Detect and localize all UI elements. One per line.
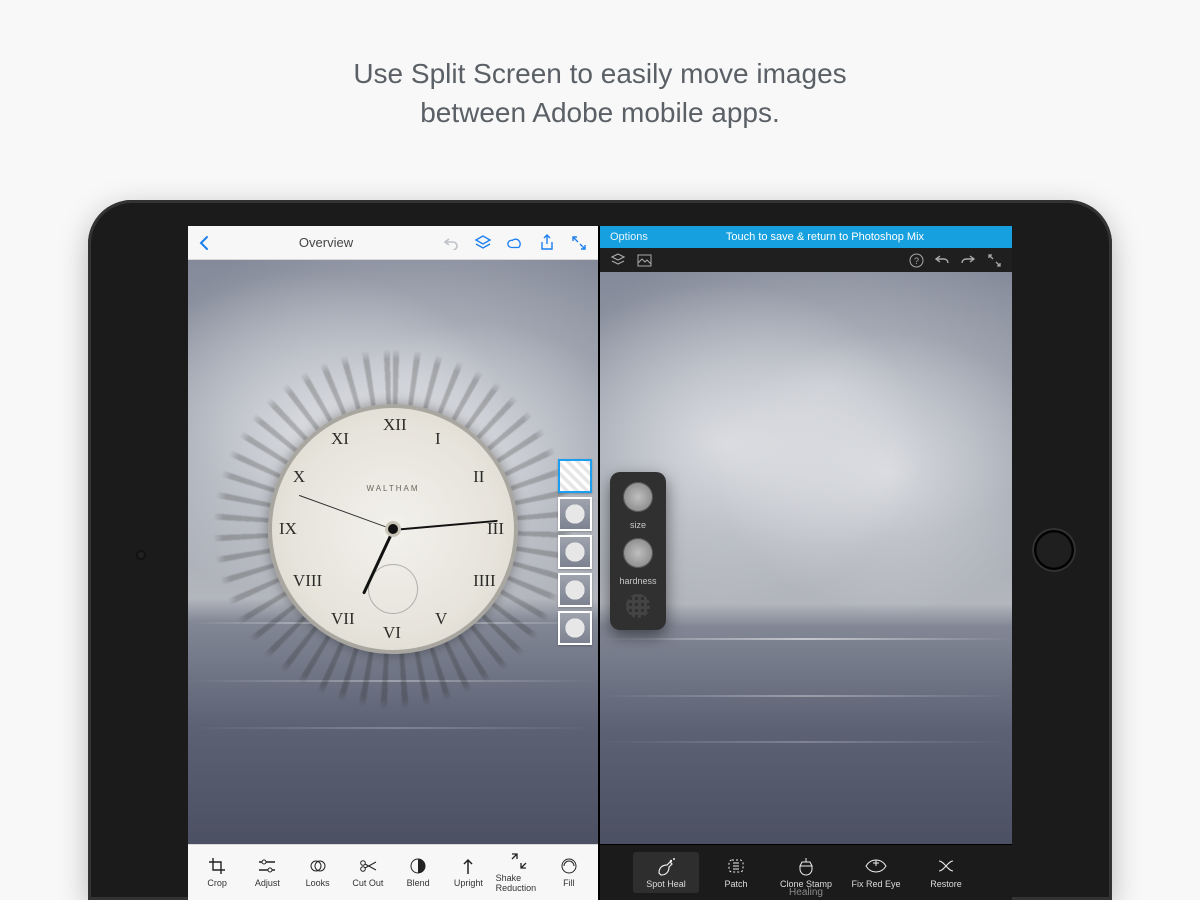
ipad-frame: Overview (88, 200, 1112, 900)
creative-cloud-icon[interactable] (506, 234, 524, 252)
tool-spot-heal[interactable]: Spot Heal (633, 852, 699, 893)
patch-icon (725, 856, 747, 876)
ipad-screen: Overview (188, 226, 1012, 900)
clock-numeral: XII (383, 415, 407, 435)
clock-numeral: X (293, 467, 305, 487)
mix-topbar: Overview (188, 226, 598, 260)
marketing-headline: Use Split Screen to easily move images b… (0, 0, 1200, 132)
looks-icon (309, 857, 327, 875)
adjust-icon (258, 857, 276, 875)
clock-second-hand (299, 494, 393, 529)
tool-label: Cut Out (352, 878, 383, 888)
tool-cut-out[interactable]: Cut Out (345, 857, 391, 888)
headline-line1: Use Split Screen to easily move images (353, 58, 846, 89)
tool-label: Restore (930, 879, 962, 889)
fix-red-eye-icon (865, 856, 887, 876)
layer-thumb[interactable] (558, 459, 592, 493)
tool-label: Patch (724, 879, 747, 889)
tool-blend[interactable]: Blend (395, 857, 441, 888)
fill-icon (560, 857, 578, 875)
redo-icon[interactable] (960, 252, 976, 268)
tool-adjust[interactable]: Adjust (244, 857, 290, 888)
tool-label: Blend (407, 878, 430, 888)
banner-message: Touch to save & return to Photoshop Mix (648, 231, 1002, 243)
layer-thumb[interactable] (558, 611, 592, 645)
undo-icon[interactable] (934, 252, 950, 268)
tool-fix-red-eye[interactable]: Fix Red Eye (843, 856, 909, 889)
mix-title: Overview (224, 235, 428, 250)
brush-pattern-control[interactable] (626, 594, 650, 618)
tool-label: Adjust (255, 878, 280, 888)
back-button[interactable] (198, 235, 210, 251)
fullscreen-icon[interactable] (570, 234, 588, 252)
options-button[interactable]: Options (610, 231, 648, 243)
clock-numeral: VII (331, 609, 355, 629)
tool-label: Crop (207, 878, 227, 888)
tool-fill[interactable]: Fill (546, 857, 592, 888)
clock-numeral: II (473, 467, 484, 487)
tool-label: Clone Stamp (780, 879, 832, 889)
home-button[interactable] (1032, 528, 1076, 572)
brush-hardness-label: hardness (619, 576, 656, 586)
clock-minute-hand (393, 519, 498, 530)
layers-icon[interactable] (474, 234, 492, 252)
restore-icon (935, 856, 957, 876)
layer-thumb[interactable] (558, 573, 592, 607)
camera-dot (136, 550, 146, 560)
clock-numeral: V (435, 609, 447, 629)
brush-panel[interactable]: size hardness (610, 472, 666, 630)
layers-icon[interactable] (610, 252, 626, 268)
tool-restore[interactable]: Restore (913, 856, 979, 889)
tool-label: Fix Red Eye (851, 879, 900, 889)
fix-subbar: ? (600, 248, 1012, 272)
clone-stamp-icon (795, 856, 817, 876)
cut-out-icon (359, 857, 377, 875)
tool-clone-stamp[interactable]: Clone Stamp (773, 856, 839, 889)
brush-size-label: size (630, 520, 646, 530)
clock-numeral: XI (331, 429, 349, 449)
undo-icon[interactable] (442, 234, 460, 252)
mix-tool-row: Crop Adjust Looks Cut Out Blend Upright Shake … (188, 844, 598, 900)
clock-face: WALTHAM XIIIIIIIIIIIIVVIVIIVIIIIXXXI (268, 404, 518, 654)
tool-looks[interactable]: Looks (295, 857, 341, 888)
blend-icon (409, 857, 427, 875)
clock-numeral: IX (279, 519, 297, 539)
help-icon[interactable]: ? (908, 252, 924, 268)
clock-numeral: I (435, 429, 441, 449)
headline-line2: between Adobe mobile apps. (420, 97, 780, 128)
fix-canvas[interactable]: size hardness (600, 272, 1012, 844)
tool-crop[interactable]: Crop (194, 857, 240, 888)
brush-size-control[interactable] (623, 482, 653, 512)
fullscreen-icon[interactable] (986, 252, 1002, 268)
clock-numeral: IIII (473, 571, 496, 591)
crop-icon (208, 857, 226, 875)
image-icon[interactable] (636, 252, 652, 268)
fix-banner[interactable]: Options Touch to save & return to Photos… (600, 226, 1012, 248)
tool-label: Upright (454, 878, 483, 888)
share-icon[interactable] (538, 234, 556, 252)
layer-thumb-strip (558, 459, 592, 645)
clock-numeral: VIII (293, 571, 322, 591)
spot-heal-icon (655, 856, 677, 876)
tool-shake-reduction[interactable]: Shake Reduction (496, 852, 542, 893)
clock-center (388, 524, 398, 534)
photoshop-mix-app: Overview (188, 226, 600, 900)
upright-icon (459, 857, 477, 875)
tool-label: Fill (563, 878, 575, 888)
clock-numeral: VI (383, 623, 401, 643)
tool-label: Spot Heal (646, 879, 686, 889)
svg-text:?: ? (913, 256, 918, 266)
layer-thumb[interactable] (558, 535, 592, 569)
tool-upright[interactable]: Upright (445, 857, 491, 888)
tool-label: Shake Reduction (496, 873, 542, 893)
shake-reduction-icon (510, 852, 528, 870)
tool-label: Looks (306, 878, 330, 888)
photoshop-fix-app: Options Touch to save & return to Photos… (600, 226, 1012, 900)
tool-patch[interactable]: Patch (703, 856, 769, 889)
brush-hardness-control[interactable] (623, 538, 653, 568)
mix-canvas[interactable]: WALTHAM XIIIIIIIIIIIIVVIVIIVIIIIXXXI (188, 260, 598, 844)
layer-thumb[interactable] (558, 497, 592, 531)
fix-tool-row: Spot Heal Patch Clone Stamp Fix Red Eye Rest… (600, 844, 1012, 900)
